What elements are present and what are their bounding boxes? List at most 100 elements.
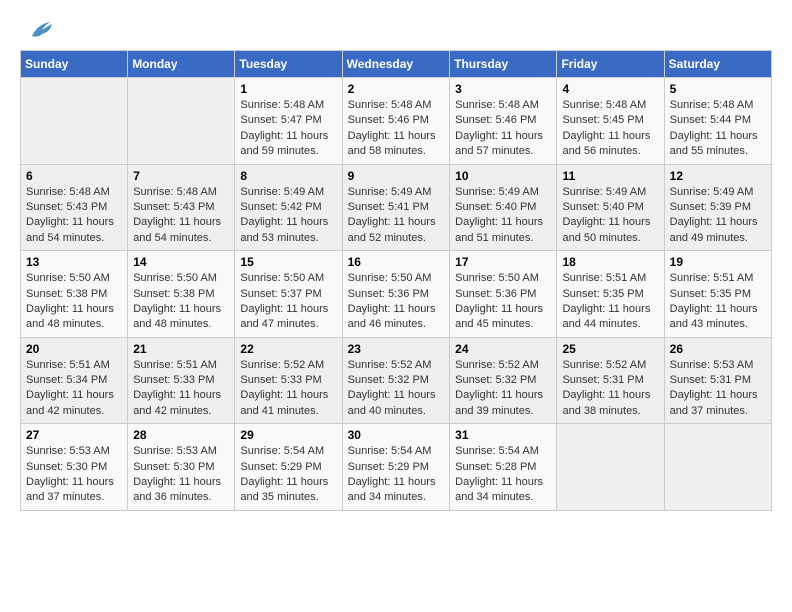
weekday-header: Monday xyxy=(128,51,235,78)
calendar-cell: 18Sunrise: 5:51 AM Sunset: 5:35 PM Dayli… xyxy=(557,251,664,338)
day-info: Sunrise: 5:50 AM Sunset: 5:36 PM Dayligh… xyxy=(348,271,445,333)
day-info: Sunrise: 5:53 AM Sunset: 5:31 PM Dayligh… xyxy=(670,358,766,420)
day-info: Sunrise: 5:52 AM Sunset: 5:33 PM Dayligh… xyxy=(240,358,336,420)
logo-bird-icon xyxy=(22,18,54,40)
weekday-header: Thursday xyxy=(450,51,557,78)
day-info: Sunrise: 5:52 AM Sunset: 5:32 PM Dayligh… xyxy=(348,358,445,420)
calendar-cell: 27Sunrise: 5:53 AM Sunset: 5:30 PM Dayli… xyxy=(21,424,128,511)
day-info: Sunrise: 5:48 AM Sunset: 5:43 PM Dayligh… xyxy=(133,185,229,247)
calendar-cell: 9Sunrise: 5:49 AM Sunset: 5:41 PM Daylig… xyxy=(342,164,450,251)
day-number: 13 xyxy=(26,255,122,269)
calendar-cell: 16 Sunrise: 5:50 AM Sunset: 5:36 PM Dayli… xyxy=(342,251,450,338)
day-number: 20 xyxy=(26,342,122,356)
calendar-cell xyxy=(128,78,235,165)
day-number: 12 xyxy=(670,169,766,183)
page-header xyxy=(20,20,772,40)
calendar-cell xyxy=(664,424,771,511)
day-number: 30 xyxy=(348,428,445,442)
day-number: 15 xyxy=(240,255,336,269)
weekday-header: Sunday xyxy=(21,51,128,78)
day-info: Sunrise: 5:51 AM Sunset: 5:35 PM Dayligh… xyxy=(670,271,766,333)
calendar-cell xyxy=(21,78,128,165)
day-number: 4 xyxy=(562,82,658,96)
calendar-cell: 14 Sunrise: 5:50 AM Sunset: 5:38 PM Dayli… xyxy=(128,251,235,338)
day-number: 7 xyxy=(133,169,229,183)
day-info: Sunrise: 5:53 AM Sunset: 5:30 PM Dayligh… xyxy=(133,444,229,506)
day-info: Sunrise: 5:49 AM Sunset: 5:41 PM Dayligh… xyxy=(348,185,445,247)
day-number: 5 xyxy=(670,82,766,96)
calendar-cell: 29 Sunrise: 5:54 AM Sunset: 5:29 PM Dayli… xyxy=(235,424,342,511)
calendar-cell: 22Sunrise: 5:52 AM Sunset: 5:33 PM Dayli… xyxy=(235,337,342,424)
day-number: 28 xyxy=(133,428,229,442)
calendar-cell: 8 Sunrise: 5:49 AM Sunset: 5:42 PM Daylig… xyxy=(235,164,342,251)
day-info: Sunrise: 5:52 AM Sunset: 5:31 PM Dayligh… xyxy=(562,358,658,420)
day-info: Sunrise: 5:50 AM Sunset: 5:38 PM Dayligh… xyxy=(133,271,229,333)
calendar-cell: 1 Sunrise: 5:48 AM Sunset: 5:47 PM Daylig… xyxy=(235,78,342,165)
day-info: Sunrise: 5:48 AM Sunset: 5:43 PM Dayligh… xyxy=(26,185,122,247)
calendar-week-row: 6 Sunrise: 5:48 AM Sunset: 5:43 PM Daylig… xyxy=(21,164,772,251)
day-number: 3 xyxy=(455,82,551,96)
day-number: 21 xyxy=(133,342,229,356)
calendar-week-row: 27Sunrise: 5:53 AM Sunset: 5:30 PM Dayli… xyxy=(21,424,772,511)
day-info: Sunrise: 5:51 AM Sunset: 5:34 PM Dayligh… xyxy=(26,358,122,420)
weekday-header: Tuesday xyxy=(235,51,342,78)
day-number: 14 xyxy=(133,255,229,269)
day-number: 8 xyxy=(240,169,336,183)
day-info: Sunrise: 5:49 AM Sunset: 5:39 PM Dayligh… xyxy=(670,185,766,247)
day-info: Sunrise: 5:49 AM Sunset: 5:40 PM Dayligh… xyxy=(455,185,551,247)
calendar-cell: 15 Sunrise: 5:50 AM Sunset: 5:37 PM Dayli… xyxy=(235,251,342,338)
calendar-cell: 26 Sunrise: 5:53 AM Sunset: 5:31 PM Dayli… xyxy=(664,337,771,424)
calendar-table: SundayMondayTuesdayWednesdayThursdayFrid… xyxy=(20,50,772,511)
day-info: Sunrise: 5:50 AM Sunset: 5:36 PM Dayligh… xyxy=(455,271,551,333)
day-number: 26 xyxy=(670,342,766,356)
calendar-cell: 30 Sunrise: 5:54 AM Sunset: 5:29 PM Dayli… xyxy=(342,424,450,511)
calendar-cell: 7 Sunrise: 5:48 AM Sunset: 5:43 PM Daylig… xyxy=(128,164,235,251)
day-info: Sunrise: 5:48 AM Sunset: 5:47 PM Dayligh… xyxy=(240,98,336,160)
day-info: Sunrise: 5:48 AM Sunset: 5:46 PM Dayligh… xyxy=(348,98,445,160)
day-number: 11 xyxy=(562,169,658,183)
day-number: 6 xyxy=(26,169,122,183)
day-number: 1 xyxy=(240,82,336,96)
calendar-cell: 3 Sunrise: 5:48 AM Sunset: 5:46 PM Daylig… xyxy=(450,78,557,165)
calendar-cell: 19 Sunrise: 5:51 AM Sunset: 5:35 PM Dayli… xyxy=(664,251,771,338)
day-info: Sunrise: 5:51 AM Sunset: 5:33 PM Dayligh… xyxy=(133,358,229,420)
day-number: 10 xyxy=(455,169,551,183)
day-number: 18 xyxy=(562,255,658,269)
day-info: Sunrise: 5:48 AM Sunset: 5:46 PM Dayligh… xyxy=(455,98,551,160)
calendar-cell: 17 Sunrise: 5:50 AM Sunset: 5:36 PM Dayli… xyxy=(450,251,557,338)
calendar-cell xyxy=(557,424,664,511)
day-info: Sunrise: 5:49 AM Sunset: 5:42 PM Dayligh… xyxy=(240,185,336,247)
day-info: Sunrise: 5:53 AM Sunset: 5:30 PM Dayligh… xyxy=(26,444,122,506)
calendar-cell: 11Sunrise: 5:49 AM Sunset: 5:40 PM Dayli… xyxy=(557,164,664,251)
day-number: 2 xyxy=(348,82,445,96)
day-info: Sunrise: 5:48 AM Sunset: 5:45 PM Dayligh… xyxy=(562,98,658,160)
calendar-cell: 25Sunrise: 5:52 AM Sunset: 5:31 PM Dayli… xyxy=(557,337,664,424)
calendar-cell: 10 Sunrise: 5:49 AM Sunset: 5:40 PM Dayli… xyxy=(450,164,557,251)
calendar-cell: 21 Sunrise: 5:51 AM Sunset: 5:33 PM Dayli… xyxy=(128,337,235,424)
day-number: 31 xyxy=(455,428,551,442)
day-number: 29 xyxy=(240,428,336,442)
calendar-cell: 2 Sunrise: 5:48 AM Sunset: 5:46 PM Daylig… xyxy=(342,78,450,165)
calendar-week-row: 13 Sunrise: 5:50 AM Sunset: 5:38 PM Dayli… xyxy=(21,251,772,338)
day-number: 17 xyxy=(455,255,551,269)
day-number: 23 xyxy=(348,342,445,356)
day-info: Sunrise: 5:48 AM Sunset: 5:44 PM Dayligh… xyxy=(670,98,766,160)
logo xyxy=(20,20,54,40)
calendar-week-row: 20 Sunrise: 5:51 AM Sunset: 5:34 PM Dayli… xyxy=(21,337,772,424)
day-info: Sunrise: 5:54 AM Sunset: 5:29 PM Dayligh… xyxy=(348,444,445,506)
calendar-cell: 24 Sunrise: 5:52 AM Sunset: 5:32 PM Dayli… xyxy=(450,337,557,424)
day-number: 24 xyxy=(455,342,551,356)
day-info: Sunrise: 5:54 AM Sunset: 5:28 PM Dayligh… xyxy=(455,444,551,506)
calendar-cell: 23 Sunrise: 5:52 AM Sunset: 5:32 PM Dayli… xyxy=(342,337,450,424)
weekday-header: Friday xyxy=(557,51,664,78)
day-info: Sunrise: 5:52 AM Sunset: 5:32 PM Dayligh… xyxy=(455,358,551,420)
day-number: 19 xyxy=(670,255,766,269)
weekday-header: Saturday xyxy=(664,51,771,78)
day-number: 16 xyxy=(348,255,445,269)
calendar-week-row: 1 Sunrise: 5:48 AM Sunset: 5:47 PM Daylig… xyxy=(21,78,772,165)
day-info: Sunrise: 5:54 AM Sunset: 5:29 PM Dayligh… xyxy=(240,444,336,506)
calendar-cell: 13Sunrise: 5:50 AM Sunset: 5:38 PM Dayli… xyxy=(21,251,128,338)
day-info: Sunrise: 5:50 AM Sunset: 5:37 PM Dayligh… xyxy=(240,271,336,333)
calendar-cell: 28 Sunrise: 5:53 AM Sunset: 5:30 PM Dayli… xyxy=(128,424,235,511)
calendar-cell: 20 Sunrise: 5:51 AM Sunset: 5:34 PM Dayli… xyxy=(21,337,128,424)
